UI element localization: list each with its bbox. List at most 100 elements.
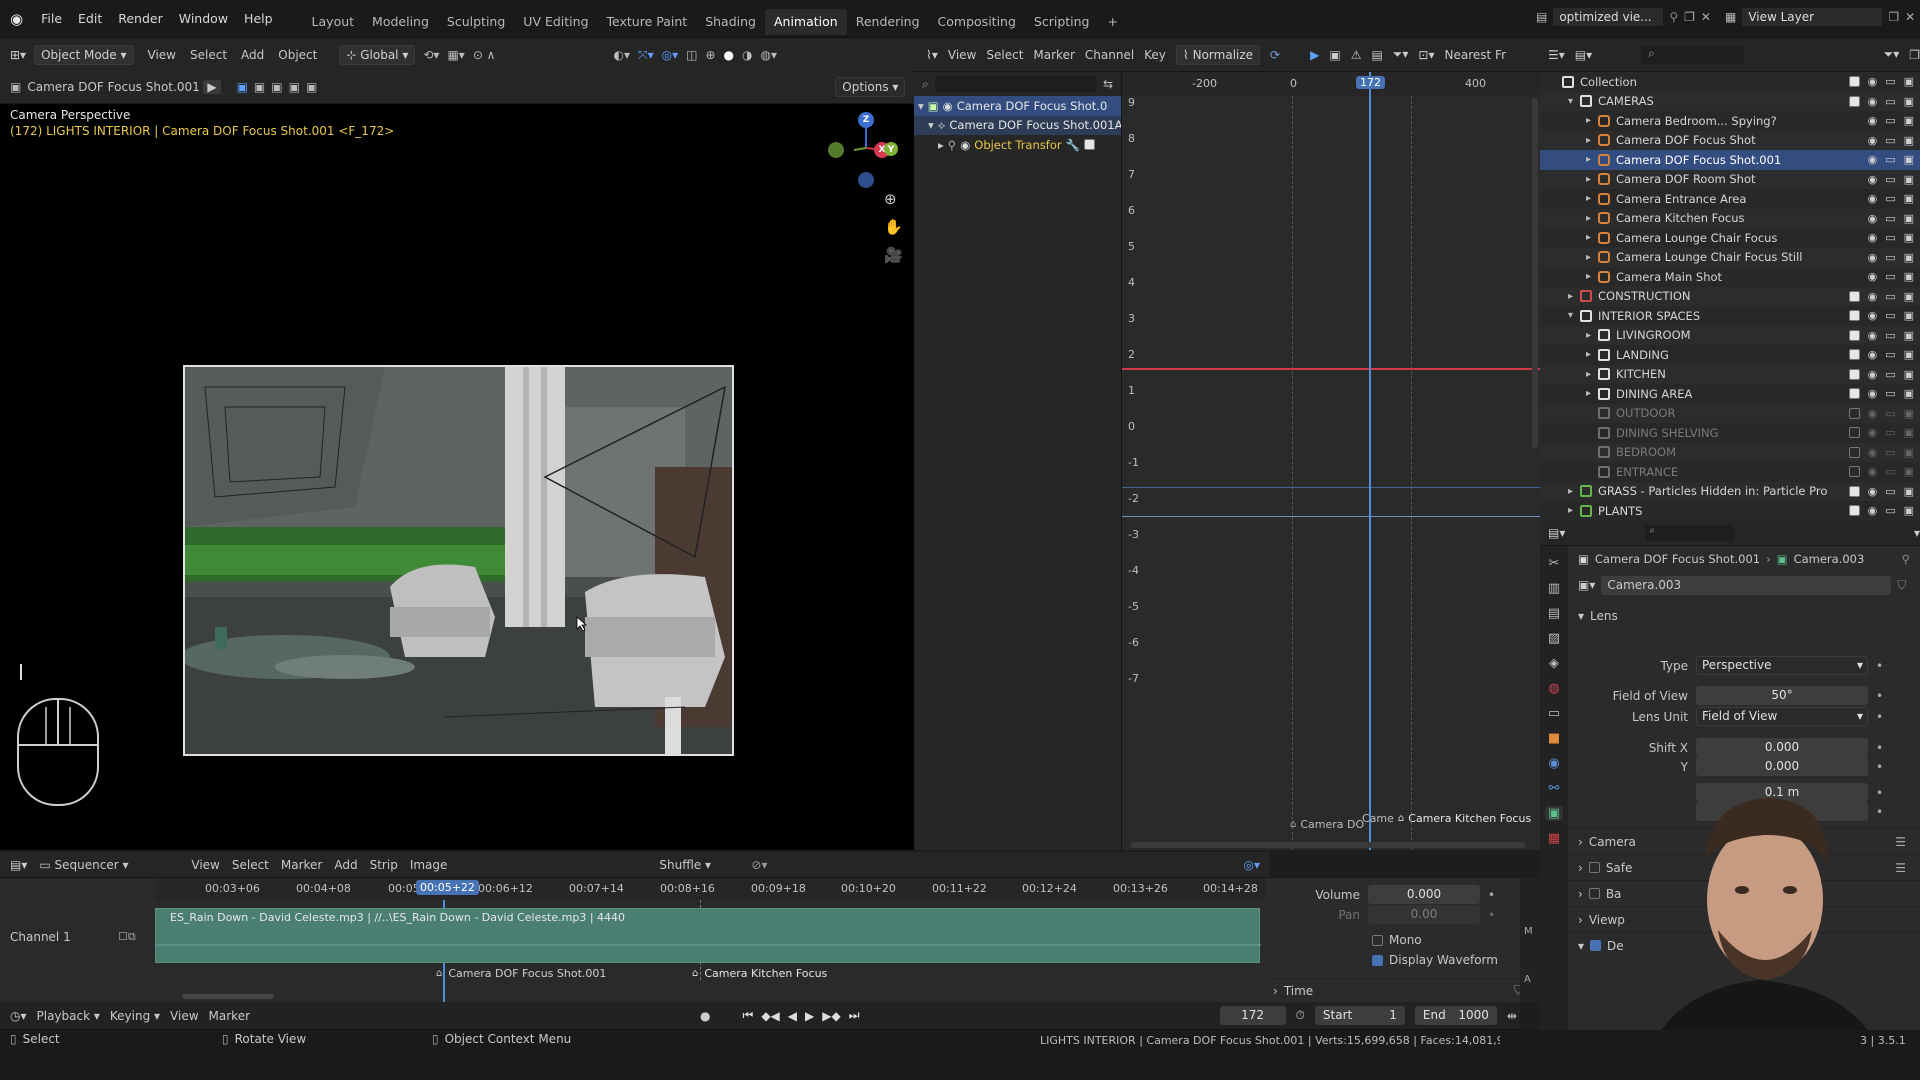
auto-normalize-icon[interactable]: ⟳ — [1270, 48, 1280, 62]
render-tab-icon[interactable]: ▥ — [1548, 581, 1560, 596]
collapse-arrow-icon[interactable]: ▾ — [1568, 96, 1580, 107]
tab-animation[interactable]: Animation — [764, 9, 847, 35]
options-dropdown[interactable]: Options ▾ — [835, 77, 906, 97]
pin-icon[interactable]: ⚲ — [948, 138, 956, 152]
graph-marker[interactable]: ⌂ Camera DO — [1290, 818, 1364, 831]
exclude-checkbox[interactable] — [1848, 368, 1860, 380]
expand-arrow-icon[interactable]: ▸ — [1586, 369, 1598, 380]
graph-menu-marker[interactable]: Marker — [1033, 48, 1074, 62]
fcurve-blue[interactable] — [1122, 487, 1540, 488]
outliner-row[interactable]: ▸ Camera DOF Room Shot ◉ ▭ ▣ — [1540, 169, 1920, 189]
editor-type-icon[interactable]: ⊞▾ — [10, 48, 26, 62]
texture-tab-icon[interactable]: ▦ — [1548, 831, 1560, 846]
eye-icon[interactable]: ◉ — [960, 138, 970, 152]
eye-icon[interactable]: ◉ — [1868, 173, 1878, 186]
jump-start-icon[interactable]: ⏮ — [743, 1008, 754, 1023]
expand-arrow-icon[interactable]: ▸ — [1568, 291, 1580, 302]
camera-render-icon[interactable]: ▣ — [1904, 251, 1914, 264]
outliner-search-input[interactable]: ⌕ — [1642, 45, 1744, 64]
outliner-row[interactable]: DINING SHELVING ◉ ▭ ▣ — [1540, 423, 1920, 443]
graph-menu-channel[interactable]: Channel — [1085, 48, 1134, 62]
outliner-row[interactable]: Collection ◉ ▭ ▣ — [1540, 72, 1920, 92]
swap-icon[interactable]: ⇆ — [1103, 77, 1113, 91]
seq-h-scrollbar[interactable] — [182, 994, 274, 999]
properties-options-icon[interactable]: ▾ — [1914, 526, 1920, 540]
exclude-checkbox[interactable] — [1848, 76, 1860, 88]
camera-data-tab-icon[interactable]: ▣ — [1544, 806, 1564, 821]
camera-render-icon[interactable]: ▣ — [1904, 114, 1914, 127]
select-subtract-icon[interactable]: ▣ — [271, 80, 282, 94]
end-frame-field[interactable]: End 1000 — [1414, 1006, 1497, 1025]
display-mode-icon[interactable]: ▤▾ — [1575, 48, 1592, 62]
zoom-icon[interactable]: ⊕ — [884, 190, 903, 208]
lens-panel-header[interactable]: ▾ Lens — [1568, 602, 1920, 630]
fcurve-red[interactable] — [1122, 368, 1540, 370]
monitor-icon[interactable]: ▭ — [1885, 75, 1895, 88]
tool-tab-icon[interactable]: ✂ — [1549, 556, 1560, 571]
tab-sculpting[interactable]: Sculpting — [438, 9, 514, 35]
current-frame-badge[interactable]: 172 — [1356, 76, 1385, 89]
camera-render-icon[interactable]: ▣ — [1904, 173, 1914, 186]
expand-arrow-icon[interactable]: ▸ — [1586, 213, 1598, 224]
orientation-select[interactable]: ⊹ Global ▾ — [339, 45, 416, 65]
menu-render[interactable]: Render — [110, 0, 171, 38]
eye-icon[interactable]: ◉ — [1868, 348, 1878, 361]
proportional-icon[interactable]: ⊙ ∧ — [473, 48, 496, 62]
monitor-icon[interactable]: ▭ — [1885, 134, 1895, 147]
exclude-checkbox[interactable] — [1848, 446, 1860, 458]
gizmo-toggle-icon[interactable]: ⤧▾ — [638, 48, 654, 63]
eye-icon[interactable]: ◉ — [1868, 192, 1878, 205]
shading-solid-icon[interactable]: ● — [724, 48, 734, 62]
outliner-row[interactable]: ▸ GRASS - Particles Hidden in: Particle P… — [1540, 481, 1920, 501]
exclude-checkbox[interactable] — [1848, 290, 1860, 302]
visibility-icon[interactable]: ◐▾ — [613, 48, 630, 62]
timeline-type-icon[interactable]: ◷▾ — [10, 1009, 27, 1023]
monitor-icon[interactable]: ▭ — [1885, 95, 1895, 108]
exclude-checkbox[interactable] — [1848, 349, 1860, 361]
camera-render-icon[interactable]: ▣ — [1904, 387, 1914, 400]
eye-icon[interactable]: ◉ — [1868, 426, 1878, 439]
camera-render-icon[interactable]: ▣ — [1904, 231, 1914, 244]
output-tab-icon[interactable]: ▤ — [1548, 606, 1560, 621]
outliner-type-icon[interactable]: ☰▾ — [1548, 48, 1565, 62]
collection-tab-icon[interactable]: ▭ — [1548, 706, 1560, 721]
camera-render-icon[interactable]: ▣ — [1904, 270, 1914, 283]
exclude-checkbox[interactable] — [1848, 329, 1860, 341]
overlay-icon[interactable]: ◎▾ — [662, 48, 679, 62]
camera-datablock-icon[interactable]: ▣▾ — [1578, 578, 1595, 592]
camera-render-icon[interactable]: ▣ — [1904, 309, 1914, 322]
select-invert-icon[interactable]: ▣ — [289, 80, 300, 94]
monitor-icon[interactable]: ▭ — [1885, 192, 1895, 205]
lens-type-select[interactable]: Perspective ▾ — [1696, 656, 1868, 675]
eye-icon[interactable]: ◉ — [1868, 231, 1878, 244]
next-keyframe-icon[interactable]: ▶◆ — [822, 1009, 840, 1023]
pivot-graph-icon[interactable]: ⊡▾ — [1418, 48, 1434, 62]
camera-render-icon[interactable]: ▣ — [1904, 504, 1914, 517]
eye-icon[interactable]: ◉ — [1868, 251, 1878, 264]
outliner-row[interactable]: ▸ Camera Kitchen Focus ◉ ▭ ▣ — [1540, 208, 1920, 228]
expand-arrow-icon[interactable]: ▸ — [1586, 232, 1598, 243]
graph-marker[interactable]: Came ⌂ Camera Kitchen Focus — [1362, 812, 1531, 825]
wrench-icon[interactable]: 🔧 — [1066, 138, 1080, 152]
monitor-icon[interactable]: ▭ — [1885, 504, 1895, 517]
outliner-row[interactable]: ▸ CONSTRUCTION ◉ ▭ ▣ — [1540, 286, 1920, 306]
outliner-filter-icon[interactable]: ⏷▾ — [1884, 47, 1900, 62]
shading-material-icon[interactable]: ◑ — [742, 48, 752, 62]
play-reverse-icon[interactable]: ◀ — [788, 1009, 797, 1023]
menu-window[interactable]: Window — [171, 0, 236, 38]
close-view-layer-icon[interactable]: ✕ — [1905, 10, 1915, 24]
display-waveform-checkbox[interactable] — [1372, 954, 1383, 966]
monitor-icon[interactable]: ▭ — [1885, 251, 1895, 264]
close-scene-icon[interactable]: ✕ — [1701, 10, 1711, 24]
expand-icon[interactable]: ▸ — [938, 138, 944, 152]
select-box-icon[interactable]: ▣ — [237, 80, 248, 94]
channel-search-input[interactable] — [934, 76, 1097, 92]
outliner-row[interactable]: ▸ LANDING ◉ ▭ ▣ — [1540, 345, 1920, 365]
monitor-icon[interactable]: ▭ — [1885, 173, 1895, 186]
outliner-row[interactable]: ▸ LIVINGROOM ◉ ▭ ▣ — [1540, 325, 1920, 345]
record-icon[interactable]: ● — [700, 1009, 710, 1023]
channel-lock-icon[interactable]: ☐⧉ — [118, 930, 136, 944]
sequencer-area[interactable]: 00:03+06 00:04+08 00:05 00:06+12 00:07+14 00:… — [0, 878, 1265, 1002]
tab-compositing[interactable]: Compositing — [929, 9, 1025, 35]
active-tab-icon[interactable]: A — [1524, 974, 1531, 985]
